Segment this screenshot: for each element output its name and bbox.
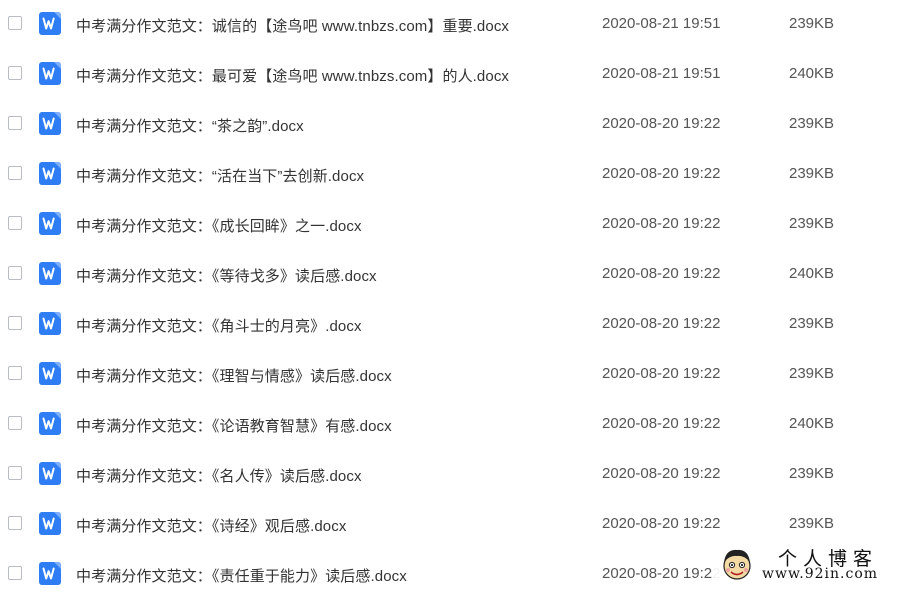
file-size: 239KB (789, 365, 835, 382)
word-doc-icon (39, 162, 61, 185)
file-size: 239KB (789, 165, 835, 182)
word-doc-icon (39, 12, 61, 35)
row-checkbox[interactable] (8, 366, 22, 380)
file-row[interactable]: 中考满分作文范文：《角斗士的月亮》.docx 2020-08-20 19:22 23… (0, 300, 910, 350)
file-row[interactable]: 中考满分作文范文：《等待戈多》读后感.docx 2020-08-20 19:22 2… (0, 250, 910, 300)
file-size: 240KB (789, 265, 835, 282)
word-doc-icon (39, 262, 61, 285)
row-checkbox[interactable] (8, 66, 22, 80)
word-doc-icon (39, 312, 61, 335)
file-name[interactable]: 中考满分作文范文：诚信的【途鸟吧 www.tnbzs.com】重要.docx (76, 15, 509, 36)
file-row[interactable]: 中考满分作文范文：《理智与情感》读后感.docx 2020-08-20 19:22… (0, 350, 910, 400)
file-size: 239KB (789, 15, 835, 32)
file-modified-date: 2020-08-20 19:22 (602, 215, 721, 232)
file-modified-date: 2020-08-21 19:51 (602, 15, 721, 32)
file-size: 239KB (789, 215, 835, 232)
file-modified-date: 2020-08-20 19:22 (602, 115, 721, 132)
file-name[interactable]: 中考满分作文范文：《诗经》观后感.docx (76, 515, 346, 536)
word-doc-icon (39, 62, 61, 85)
word-doc-icon (39, 212, 61, 235)
file-row[interactable]: 中考满分作文范文：“茶之韵”.docx 2020-08-20 19:22 239KB (0, 100, 910, 150)
row-checkbox[interactable] (8, 416, 22, 430)
row-checkbox[interactable] (8, 566, 22, 580)
file-size: 239KB (789, 465, 835, 482)
word-doc-icon (39, 412, 61, 435)
file-size: 239KB (789, 115, 835, 132)
file-modified-date: 2020-08-20 19:22 (602, 415, 721, 432)
file-name[interactable]: 中考满分作文范文：《等待戈多》读后感.docx (76, 265, 377, 286)
file-name[interactable]: 中考满分作文范文：《论语教育智慧》有感.docx (76, 415, 392, 436)
file-modified-date: 2020-08-20 19:22 (602, 565, 721, 582)
row-checkbox[interactable] (8, 266, 22, 280)
row-checkbox[interactable] (8, 516, 22, 530)
watermark-url: www.92in.com (762, 566, 879, 582)
word-doc-icon (39, 512, 61, 535)
file-size: 240KB (789, 415, 835, 432)
file-name[interactable]: 中考满分作文范文：《名人传》读后感.docx (76, 465, 362, 486)
file-modified-date: 2020-08-21 19:51 (602, 65, 721, 82)
word-doc-icon (39, 112, 61, 135)
file-name[interactable]: 中考满分作文范文：“茶之韵”.docx (76, 115, 304, 136)
file-name[interactable]: 中考满分作文范文：《角斗士的月亮》.docx (76, 315, 362, 336)
file-modified-date: 2020-08-20 19:22 (602, 365, 721, 382)
word-doc-icon (39, 462, 61, 485)
row-checkbox[interactable] (8, 216, 22, 230)
file-row[interactable]: 中考满分作文范文：最可爱【途鸟吧 www.tnbzs.com】的人.docx 20… (0, 50, 910, 100)
file-name[interactable]: 中考满分作文范文：《成长回眸》之一.docx (76, 215, 362, 236)
watermark: 个人博客 www.92in.com (712, 542, 910, 586)
file-size: 239KB (789, 515, 835, 532)
row-checkbox[interactable] (8, 166, 22, 180)
word-doc-icon (39, 562, 61, 585)
file-size: 240KB (789, 65, 835, 82)
word-doc-icon (39, 362, 61, 385)
file-name[interactable]: 中考满分作文范文：《理智与情感》读后感.docx (76, 365, 392, 386)
row-checkbox[interactable] (8, 466, 22, 480)
file-name[interactable]: 中考满分作文范文：最可爱【途鸟吧 www.tnbzs.com】的人.docx (76, 65, 509, 86)
cartoon-face-logo-icon (720, 546, 754, 582)
file-modified-date: 2020-08-20 19:22 (602, 515, 721, 532)
file-name[interactable]: 中考满分作文范文：《责任重于能力》读后感.docx (76, 565, 407, 586)
file-row[interactable]: 中考满分作文范文：《成长回眸》之一.docx 2020-08-20 19:22 23… (0, 200, 910, 250)
file-size: 239KB (789, 315, 835, 332)
file-row[interactable]: 中考满分作文范文：《名人传》读后感.docx 2020-08-20 19:22 23… (0, 450, 910, 500)
file-row[interactable]: 中考满分作文范文：诚信的【途鸟吧 www.tnbzs.com】重要.docx 20… (0, 0, 910, 50)
file-name[interactable]: 中考满分作文范文：“活在当下”去创新.docx (76, 165, 364, 186)
file-row[interactable]: 中考满分作文范文：《论语教育智慧》有感.docx 2020-08-20 19:22… (0, 400, 910, 450)
row-checkbox[interactable] (8, 116, 22, 130)
file-modified-date: 2020-08-20 19:22 (602, 465, 721, 482)
row-checkbox[interactable] (8, 16, 22, 30)
file-row[interactable]: 中考满分作文范文：“活在当下”去创新.docx 2020-08-20 19:22 2… (0, 150, 910, 200)
file-modified-date: 2020-08-20 19:22 (602, 165, 721, 182)
row-checkbox[interactable] (8, 316, 22, 330)
file-modified-date: 2020-08-20 19:22 (602, 265, 721, 282)
file-modified-date: 2020-08-20 19:22 (602, 315, 721, 332)
